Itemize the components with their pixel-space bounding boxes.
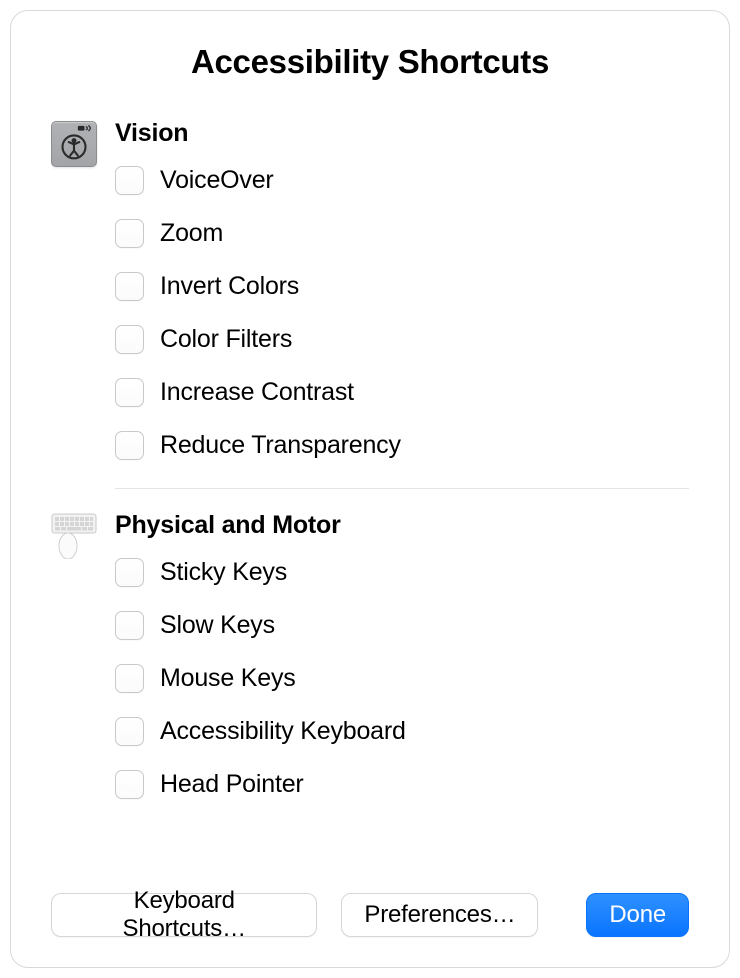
option-head-pointer: Head Pointer <box>115 770 689 799</box>
label-zoom: Zoom <box>160 219 223 248</box>
keyboard-mouse-icon <box>51 513 97 559</box>
option-sticky-keys: Sticky Keys <box>115 558 689 587</box>
label-accessibility-keyboard: Accessibility Keyboard <box>160 717 406 746</box>
section-vision-body: Vision VoiceOver Zoom Invert Colors Colo… <box>115 119 689 484</box>
label-mouse-keys: Mouse Keys <box>160 664 296 693</box>
footer-buttons: Keyboard Shortcuts… Preferences… Done <box>51 893 689 937</box>
checkbox-accessibility-keyboard[interactable] <box>115 717 144 746</box>
panel-title: Accessibility Shortcuts <box>51 43 689 81</box>
label-sticky-keys: Sticky Keys <box>160 558 287 587</box>
checkbox-reduce-transparency[interactable] <box>115 431 144 460</box>
checkbox-zoom[interactable] <box>115 219 144 248</box>
option-invert-colors: Invert Colors <box>115 272 689 301</box>
option-accessibility-keyboard: Accessibility Keyboard <box>115 717 689 746</box>
label-head-pointer: Head Pointer <box>160 770 304 799</box>
section-physical-motor-title: Physical and Motor <box>115 511 689 540</box>
preferences-button[interactable]: Preferences… <box>341 893 538 937</box>
option-zoom: Zoom <box>115 219 689 248</box>
done-button[interactable]: Done <box>586 893 689 937</box>
section-physical-motor-body: Physical and Motor Sticky Keys Slow Keys… <box>115 511 689 823</box>
label-slow-keys: Slow Keys <box>160 611 275 640</box>
checkbox-mouse-keys[interactable] <box>115 664 144 693</box>
section-vision-title: Vision <box>115 119 689 148</box>
option-increase-contrast: Increase Contrast <box>115 378 689 407</box>
checkbox-voiceover[interactable] <box>115 166 144 195</box>
checkbox-slow-keys[interactable] <box>115 611 144 640</box>
section-vision: Vision VoiceOver Zoom Invert Colors Colo… <box>51 119 689 484</box>
label-reduce-transparency: Reduce Transparency <box>160 431 401 460</box>
checkbox-head-pointer[interactable] <box>115 770 144 799</box>
label-voiceover: VoiceOver <box>160 166 274 195</box>
checkbox-color-filters[interactable] <box>115 325 144 354</box>
section-physical-motor: Physical and Motor Sticky Keys Slow Keys… <box>51 511 689 823</box>
label-color-filters: Color Filters <box>160 325 292 354</box>
option-voiceover: VoiceOver <box>115 166 689 195</box>
content-area: Vision VoiceOver Zoom Invert Colors Colo… <box>51 119 689 879</box>
label-increase-contrast: Increase Contrast <box>160 378 354 407</box>
section-divider <box>115 488 689 489</box>
accessibility-icon <box>51 121 97 167</box>
option-slow-keys: Slow Keys <box>115 611 689 640</box>
option-reduce-transparency: Reduce Transparency <box>115 431 689 460</box>
checkbox-invert-colors[interactable] <box>115 272 144 301</box>
keyboard-shortcuts-button[interactable]: Keyboard Shortcuts… <box>51 893 317 937</box>
checkbox-sticky-keys[interactable] <box>115 558 144 587</box>
option-mouse-keys: Mouse Keys <box>115 664 689 693</box>
option-color-filters: Color Filters <box>115 325 689 354</box>
checkbox-increase-contrast[interactable] <box>115 378 144 407</box>
label-invert-colors: Invert Colors <box>160 272 299 301</box>
accessibility-shortcuts-panel: Accessibility Shortcuts <box>10 10 730 968</box>
